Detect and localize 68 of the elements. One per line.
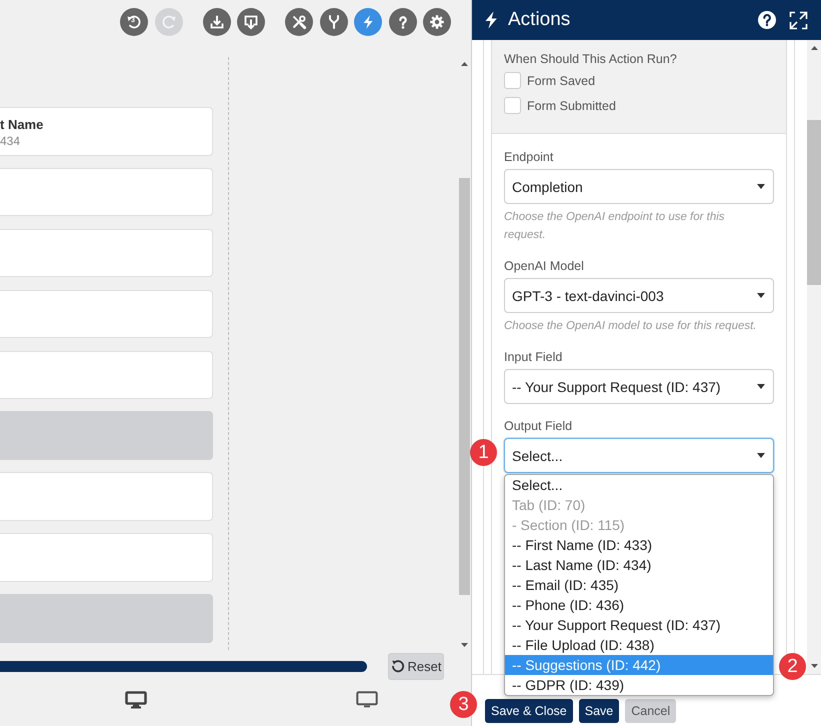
trigger-label: When Should This Action Run? xyxy=(504,51,677,68)
import-button[interactable] xyxy=(237,8,265,36)
field-id: 434 xyxy=(0,134,20,149)
download-button[interactable] xyxy=(202,8,230,36)
lightning-icon xyxy=(484,11,498,29)
field-card[interactable] xyxy=(0,533,213,582)
field-label: Endpoint xyxy=(504,149,554,166)
help-text: Choose the OpenAI model to use for this request. xyxy=(504,319,758,334)
checkbox-label[interactable]: Form Submitted xyxy=(527,96,616,114)
field-card[interactable]: t Name 434 xyxy=(0,107,213,156)
panel-title: Actions xyxy=(508,9,570,31)
field-card[interactable] xyxy=(0,228,213,278)
scrollbar-thumb[interactable] xyxy=(459,178,470,595)
scrollbar[interactable] xyxy=(807,40,821,674)
import-icon xyxy=(243,14,259,30)
redo-icon xyxy=(160,14,176,30)
select-field[interactable]: Completion xyxy=(504,169,774,204)
checkbox[interactable] xyxy=(504,72,521,89)
dropdown-option[interactable]: -- GDPR (ID: 439) xyxy=(505,675,773,695)
reset-button[interactable]: Reset xyxy=(388,652,444,680)
checkbox-label[interactable]: Form Saved xyxy=(527,72,596,90)
checkbox[interactable] xyxy=(504,97,521,114)
scroll-down-icon[interactable] xyxy=(461,643,468,647)
width-slider[interactable] xyxy=(0,660,367,672)
field-card[interactable] xyxy=(0,350,213,400)
scrollbar-thumb[interactable] xyxy=(807,120,821,285)
field-title: t Name xyxy=(0,117,44,133)
select-field[interactable]: -- Your Support Request (ID: 437) xyxy=(504,369,774,404)
tools-icon xyxy=(291,14,307,30)
field-label: Input Field xyxy=(504,349,562,366)
field-card[interactable] xyxy=(0,168,213,216)
settings-icon xyxy=(429,14,445,30)
scroll-up-icon[interactable] xyxy=(461,62,468,66)
field-label: OpenAI Model xyxy=(504,258,584,275)
dropdown-option[interactable]: -- Phone (ID: 436) xyxy=(505,595,773,615)
scroll-down-icon[interactable] xyxy=(810,664,818,668)
dropdown-option[interactable]: -- File Upload (ID: 438) xyxy=(505,635,773,655)
select-field[interactable]: GPT-3 - text-davinci-003 xyxy=(504,278,774,313)
settings-button[interactable] xyxy=(423,8,451,36)
caret-icon xyxy=(757,384,765,389)
help-text: Choose the OpenAI endpoint to use for this request. xyxy=(504,210,726,243)
expand-icon[interactable] xyxy=(789,10,808,30)
download-icon xyxy=(208,14,224,30)
field-label: Output Field xyxy=(504,418,572,435)
monitor-icon[interactable] xyxy=(356,691,378,709)
undo-icon xyxy=(126,14,142,30)
primary-button[interactable]: Save xyxy=(578,699,620,723)
tools-button[interactable] xyxy=(285,8,313,36)
actions-button[interactable] xyxy=(354,8,382,36)
branch-button[interactable] xyxy=(320,8,348,36)
help-button[interactable] xyxy=(388,8,416,36)
desktop-icon[interactable] xyxy=(125,691,147,709)
help-icon[interactable] xyxy=(758,11,776,29)
dropdown-option[interactable]: Select... xyxy=(505,475,773,495)
dropdown-option[interactable]: -- Last Name (ID: 434) xyxy=(505,555,773,575)
dropdown-option[interactable]: -- First Name (ID: 433) xyxy=(505,535,773,555)
scroll-up-icon[interactable] xyxy=(810,46,818,50)
primary-button[interactable]: Save & Close xyxy=(485,699,573,723)
caret-icon xyxy=(757,184,765,189)
dropdown-option[interactable]: -- Email (ID: 435) xyxy=(505,575,773,595)
dropdown-option[interactable]: -- Your Support Request (ID: 437) xyxy=(505,615,773,635)
caret-icon xyxy=(757,293,765,298)
caret-icon xyxy=(757,453,765,458)
secondary-button[interactable]: Cancel xyxy=(625,699,676,723)
select-field[interactable]: Select... xyxy=(504,438,774,473)
field-card[interactable] xyxy=(0,290,213,338)
field-card[interactable] xyxy=(0,472,213,521)
reset-icon xyxy=(390,659,405,673)
